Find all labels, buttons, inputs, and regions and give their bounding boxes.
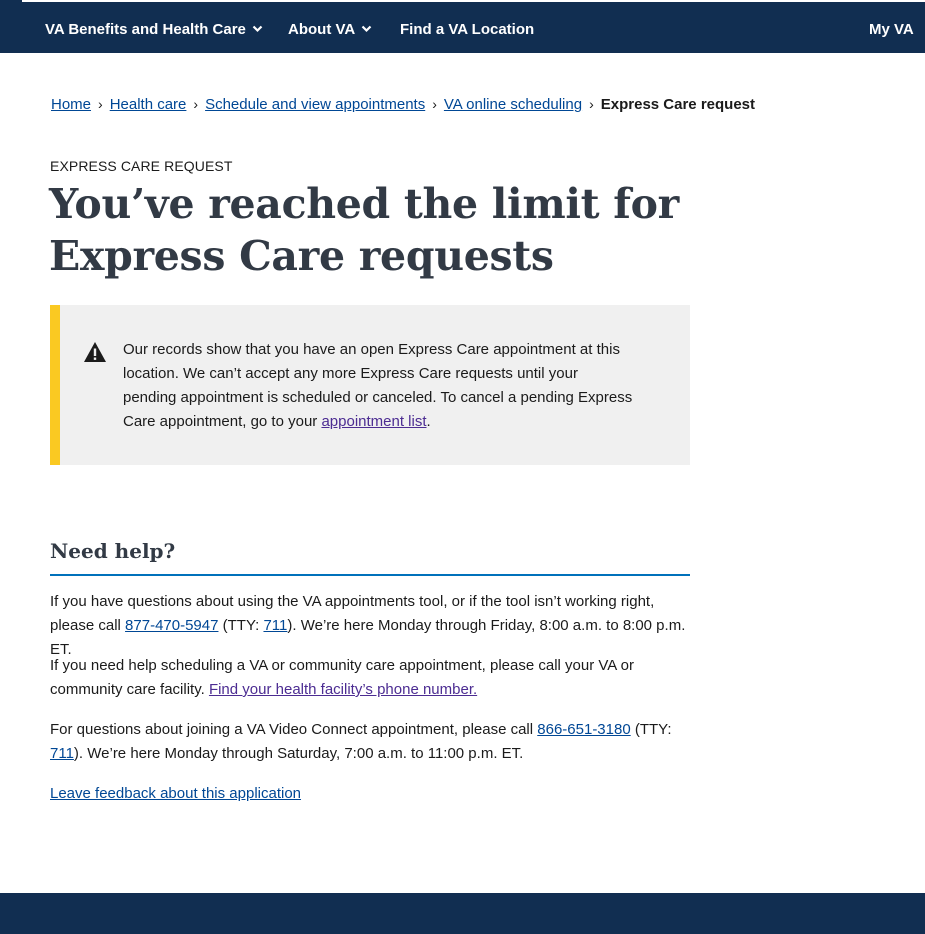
- breadcrumb-separator: ›: [193, 96, 199, 112]
- help-paragraph-tool: If you have questions about using the VA…: [50, 590, 700, 662]
- breadcrumb-current: Express Care request: [600, 96, 755, 113]
- nav-find-location-link[interactable]: Find a VA Location: [400, 20, 534, 40]
- nav-about-label: About VA: [288, 21, 356, 38]
- nav-my-va-link[interactable]: My VA: [869, 20, 914, 40]
- warning-alert: Our records show that you have an open E…: [50, 305, 690, 465]
- top-navigation-bar: VA Benefits and Health Care About VA Fin…: [0, 0, 925, 53]
- breadcrumb-separator: ›: [98, 96, 103, 112]
- tty-link[interactable]: 711: [50, 745, 74, 762]
- breadcrumb-separator: ›: [432, 96, 437, 112]
- help-text: (TTY:: [218, 617, 264, 634]
- page-title-line1: You’ve reached the limit for: [49, 180, 679, 228]
- page-title: You’ve reached the limit for Express Car…: [49, 178, 749, 282]
- nav-benefits-label: VA Benefits and Health Care: [45, 21, 246, 38]
- nav-about-menu[interactable]: About VA: [288, 20, 372, 40]
- need-help-heading: Need help?: [50, 539, 176, 563]
- breadcrumb: Home › Health care › Schedule and view appoi…: [51, 94, 755, 115]
- breadcrumb-separator: ›: [589, 96, 594, 112]
- footer: [0, 893, 925, 934]
- nav-benefits-menu[interactable]: VA Benefits and Health Care: [45, 20, 263, 40]
- facility-phone-link[interactable]: Find your health facility’s phone number…: [209, 681, 477, 698]
- alert-message: Our records show that you have an open E…: [123, 338, 633, 434]
- breadcrumb-health-care[interactable]: Health care: [110, 96, 187, 113]
- page-title-line2: Express Care requests: [49, 232, 554, 280]
- help-text: ). We’re here Monday through Saturday, 7…: [73, 745, 524, 762]
- phone-link-video[interactable]: 866-651-3180: [537, 721, 630, 738]
- phone-link-support[interactable]: 877-470-5947: [125, 617, 218, 634]
- breadcrumb-schedule-appointments[interactable]: Schedule and view appointments: [205, 96, 425, 113]
- page-eyebrow: EXPRESS CARE REQUEST: [50, 158, 233, 174]
- tty-link[interactable]: 711: [263, 617, 287, 634]
- alert-text-end: .: [426, 413, 431, 430]
- warning-icon: [83, 341, 107, 363]
- top-divider: [22, 0, 925, 2]
- help-text: For questions about joining a VA Video C…: [50, 721, 538, 738]
- help-divider: [50, 574, 690, 576]
- chevron-down-icon: [361, 23, 372, 34]
- help-paragraph-video: For questions about joining a VA Video C…: [50, 718, 700, 766]
- breadcrumb-home[interactable]: Home: [51, 96, 91, 113]
- help-paragraph-scheduling: If you need help scheduling a VA or comm…: [50, 654, 700, 702]
- help-text: (TTY:: [630, 721, 672, 738]
- breadcrumb-online-scheduling[interactable]: VA online scheduling: [444, 96, 582, 113]
- appointment-list-link[interactable]: appointment list: [321, 413, 426, 430]
- chevron-down-icon: [252, 23, 263, 34]
- feedback-paragraph: Leave feedback about this application: [50, 782, 700, 806]
- feedback-link[interactable]: Leave feedback about this application: [50, 785, 301, 802]
